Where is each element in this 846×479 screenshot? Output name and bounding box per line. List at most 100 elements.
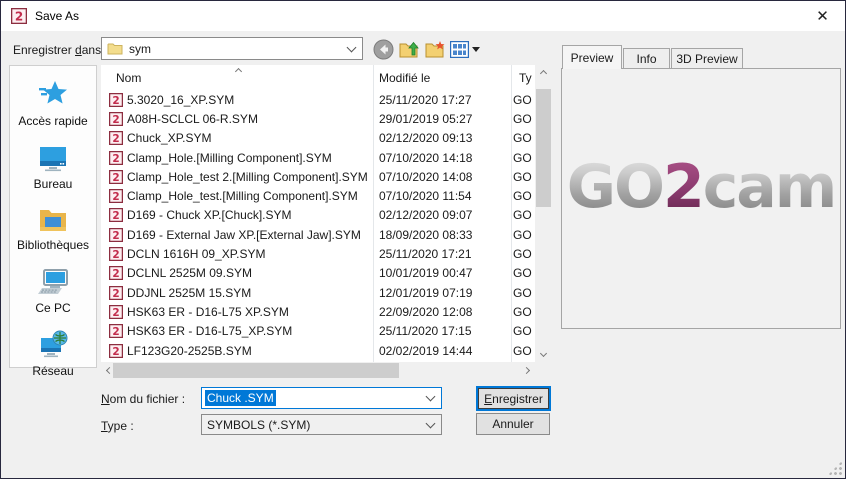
current-folder: sym <box>129 42 151 56</box>
file-row[interactable]: 2 HSK63 ER - D16-L75 XP.SYM 22/09/2020 1… <box>101 302 535 321</box>
tab-3d-preview[interactable]: 3D Preview <box>671 48 743 69</box>
tab-label: 3D Preview <box>676 52 737 66</box>
file-row[interactable]: 2 DCLN 1616H 09_XP.SYM 25/11/2020 17:21 … <box>101 244 535 263</box>
file-row[interactable]: 2 DCLNL 2525M 09.SYM 10/01/2019 00:47 GO <box>101 264 535 283</box>
sidebar-item-label: Bibliothèques <box>17 238 89 252</box>
vertical-scroll-thumb[interactable] <box>536 89 551 207</box>
sort-ascending-icon <box>235 68 242 75</box>
sidebar-item-quick-access[interactable]: Accès rapide <box>10 78 96 128</box>
sidebar-item-this-pc[interactable]: Ce PC <box>10 267 96 315</box>
svg-text:2: 2 <box>112 268 119 280</box>
sidebar-item-label: Bureau <box>34 177 73 191</box>
file-type: GO <box>513 324 535 338</box>
column-header-type[interactable]: Ty <box>519 71 532 85</box>
new-folder-button[interactable] <box>424 38 447 61</box>
svg-text:2: 2 <box>112 249 119 261</box>
file-type: GO <box>513 151 535 165</box>
cancel-button[interactable]: Annuler <box>476 413 550 435</box>
file-row[interactable]: 2 Clamp_Hole_test 2.[Milling Component].… <box>101 167 535 186</box>
libraries-icon <box>37 206 69 234</box>
resize-grip-icon[interactable] <box>828 461 842 475</box>
save-in-label: Enregistrer dans : <box>13 43 108 57</box>
svg-text:2: 2 <box>112 153 119 165</box>
scroll-up-button[interactable] <box>535 65 552 82</box>
back-button[interactable] <box>372 38 395 61</box>
sym-file-icon: 2 <box>109 266 123 280</box>
file-type: GO <box>513 344 535 358</box>
sym-file-icon: 2 <box>109 344 123 358</box>
file-modified: 25/11/2020 17:21 <box>373 247 513 261</box>
file-modified: 12/01/2019 07:19 <box>373 286 513 300</box>
save-in-combobox[interactable]: sym <box>101 37 363 60</box>
chevron-down-icon <box>540 350 547 357</box>
save-button[interactable]: Enregistrer <box>478 388 549 409</box>
save-button-label: Enregistrer <box>484 392 543 406</box>
file-name: Chuck_XP.SYM <box>127 131 212 145</box>
sym-file-icon: 2 <box>109 324 123 338</box>
file-row[interactable]: 2 HSK63 ER - D16-L75_XP.SYM 25/11/2020 1… <box>101 322 535 341</box>
file-row[interactable]: 2 DDJNL 2525M 15.SYM 12/01/2019 07:19 GO <box>101 283 535 302</box>
sym-file-icon: 2 <box>109 93 123 107</box>
new-folder-icon <box>425 40 446 59</box>
horizontal-scroll-thumb[interactable] <box>113 363 399 378</box>
file-row[interactable]: 2 D169 - Chuck XP.[Chuck].SYM 02/12/2020… <box>101 206 535 225</box>
go2cam-app-icon: 2 <box>11 8 27 24</box>
chevron-down-icon <box>472 47 480 52</box>
sym-file-icon: 2 <box>109 247 123 261</box>
sym-file-icon: 2 <box>109 208 123 222</box>
file-modified: 07/10/2020 14:18 <box>373 151 513 165</box>
quick-access-icon <box>37 78 69 110</box>
file-row[interactable]: 2 A08H-SCLCL 06-R.SYM 29/01/2019 05:27 G… <box>101 109 535 128</box>
file-type: GO <box>513 247 535 261</box>
horizontal-scrollbar[interactable] <box>101 362 535 379</box>
sidebar-item-libraries[interactable]: Bibliothèques <box>10 206 96 252</box>
sym-file-icon: 2 <box>109 305 123 319</box>
view-menu-button[interactable] <box>449 38 481 61</box>
file-type-combobox[interactable]: SYMBOLS (*.SYM) <box>201 414 442 435</box>
desktop-icon <box>37 143 69 173</box>
scroll-down-button[interactable] <box>535 345 552 362</box>
file-row[interactable]: 2 LF123G20-2525B.SYM 02/02/2019 14:44 GO <box>101 341 535 360</box>
svg-text:2: 2 <box>112 230 119 242</box>
vertical-scrollbar[interactable] <box>535 65 552 362</box>
scroll-right-button[interactable] <box>518 362 535 379</box>
file-row[interactable]: 2 Clamp_Hole.[Milling Component].SYM 07/… <box>101 148 535 167</box>
filename-combobox[interactable]: Chuck .SYM <box>201 387 442 409</box>
filename-label: Nom du fichier : <box>101 392 185 406</box>
sym-file-icon: 2 <box>109 112 123 126</box>
up-one-level-button[interactable] <box>398 38 421 61</box>
sidebar-item-desktop[interactable]: Bureau <box>10 143 96 191</box>
sym-file-icon: 2 <box>109 228 123 242</box>
go2cam-logo: GO2cam <box>562 157 840 217</box>
tab-preview[interactable]: Preview <box>562 45 622 69</box>
file-name: DDJNL 2525M 15.SYM <box>127 286 251 300</box>
svg-text:2: 2 <box>112 114 119 126</box>
file-modified: 07/10/2020 14:08 <box>373 170 513 184</box>
list-header: Nom Modifié le Ty <box>101 65 535 89</box>
file-type: GO <box>513 305 535 319</box>
sym-file-icon: 2 <box>109 151 123 165</box>
close-icon: ✕ <box>816 7 829 25</box>
file-row[interactable]: 2 Chuck_XP.SYM 02/12/2020 09:13 GO <box>101 129 535 148</box>
sym-file-icon: 2 <box>109 286 123 300</box>
file-modified: 07/10/2020 11:54 <box>373 189 513 203</box>
window-title: Save As <box>35 9 79 23</box>
file-row[interactable]: 2 5.3020_16_XP.SYM 25/11/2020 17:27 GO <box>101 90 535 109</box>
cancel-button-label: Annuler <box>492 417 533 431</box>
file-list: Nom Modifié le Ty 2 5.3020_16_XP.SYM 25/… <box>101 65 535 362</box>
file-row[interactable]: 2 D169 - External Jaw XP.[External Jaw].… <box>101 225 535 244</box>
file-type: GO <box>513 189 535 203</box>
tab-info[interactable]: Info <box>623 48 670 69</box>
sidebar-item-network[interactable]: Réseau <box>10 330 96 378</box>
file-name: A08H-SCLCL 06-R.SYM <box>127 112 258 126</box>
file-name: HSK63 ER - D16-L75_XP.SYM <box>127 324 292 338</box>
column-header-modified[interactable]: Modifié le <box>379 71 430 85</box>
svg-text:2: 2 <box>112 326 119 338</box>
file-row[interactable]: 2 Clamp_Hole_test.[Milling Component].SY… <box>101 186 535 205</box>
column-header-name[interactable]: Nom <box>116 71 141 85</box>
folder-icon <box>107 42 123 55</box>
close-button[interactable]: ✕ <box>800 1 845 30</box>
svg-text:2: 2 <box>112 288 119 300</box>
up-one-level-icon <box>399 40 420 59</box>
svg-text:2: 2 <box>112 95 119 107</box>
